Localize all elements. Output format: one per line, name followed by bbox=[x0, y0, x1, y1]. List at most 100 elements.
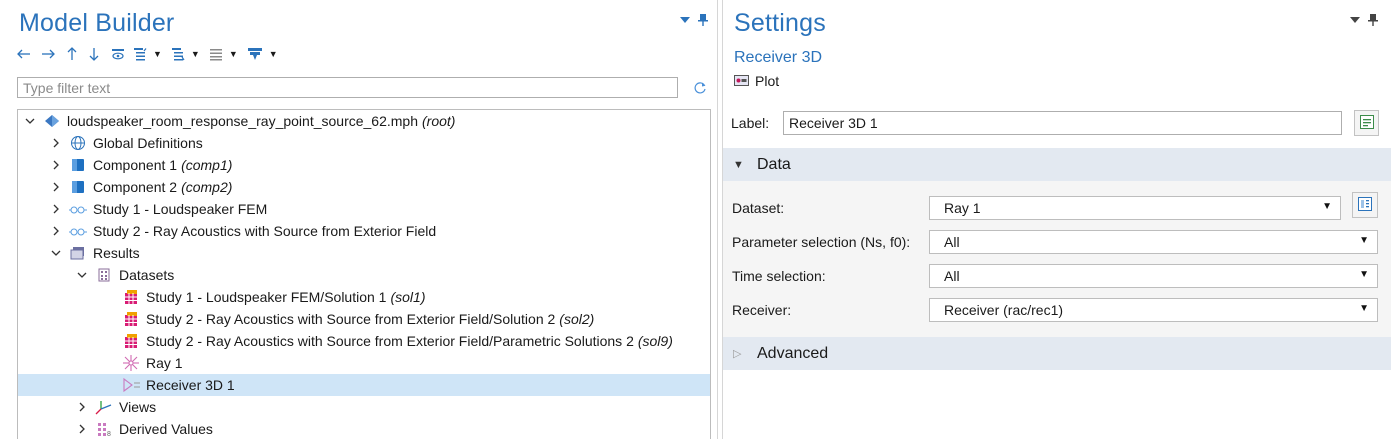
time-selection-value: All bbox=[944, 268, 960, 284]
dropdown-arrow-icon: ▼ bbox=[1359, 235, 1369, 246]
collapse-dropdown-icon[interactable]: ▼ bbox=[153, 49, 162, 59]
parameter-selection-select[interactable]: All ▼ bbox=[929, 230, 1378, 254]
expanded-caret-icon: ▼ bbox=[733, 158, 744, 171]
chevron-right-icon[interactable] bbox=[75, 422, 89, 436]
dataset-select[interactable]: Ray 1 ▼ bbox=[929, 196, 1341, 220]
parameter-selection-row: Parameter selection (Ns, f0): All ▼ bbox=[723, 225, 1391, 259]
advanced-section-title: Advanced bbox=[757, 344, 829, 362]
chevron-down-icon[interactable] bbox=[75, 268, 89, 282]
tree-item[interactable]: Study 2 - Ray Acoustics with Source from… bbox=[18, 308, 710, 330]
tree-item[interactable]: loudspeaker_room_response_ray_point_sour… bbox=[18, 110, 710, 132]
chevron-down-icon[interactable] bbox=[49, 246, 63, 260]
ray-icon bbox=[122, 354, 140, 372]
list-dropdown-icon[interactable]: ▼ bbox=[229, 49, 238, 59]
settings-title: Settings bbox=[734, 9, 826, 37]
receiver-select[interactable]: Receiver (rac/rec1) ▼ bbox=[929, 298, 1378, 322]
expand-dropdown-icon[interactable]: ▼ bbox=[191, 49, 200, 59]
tree-item-label: loudspeaker_room_response_ray_point_sour… bbox=[67, 113, 419, 129]
receiver-caption: Receiver: bbox=[732, 302, 792, 318]
tree-filter-field[interactable] bbox=[17, 77, 678, 98]
filter-icon[interactable] bbox=[247, 45, 263, 63]
chevron-right-icon[interactable] bbox=[49, 136, 63, 150]
data-section-body: Dataset: Ray 1 ▼ Parameter selection (Ns… bbox=[723, 181, 1391, 337]
tree-item[interactable]: Results bbox=[18, 242, 710, 264]
tree-item-label: Results bbox=[93, 245, 140, 261]
tree-item[interactable]: Study 1 - Loudspeaker FEM bbox=[18, 198, 710, 220]
tree-item[interactable]: Global Definitions bbox=[18, 132, 710, 154]
tree-item[interactable]: Views bbox=[18, 396, 710, 418]
list-icon[interactable] bbox=[209, 45, 223, 63]
pane-menu-icon[interactable] bbox=[1349, 14, 1361, 26]
dataset-caption: Dataset: bbox=[732, 200, 785, 216]
model-root-icon bbox=[43, 112, 61, 130]
filter-dropdown-icon[interactable]: ▼ bbox=[269, 49, 278, 59]
tree-item[interactable]: Component 2 (comp2) bbox=[18, 176, 710, 198]
solution-icon bbox=[122, 310, 140, 328]
tree-item[interactable]: Study 2 - Ray Acoustics with Source from… bbox=[18, 220, 710, 242]
component-icon bbox=[69, 156, 87, 174]
tree-item[interactable]: Receiver 3D 1 bbox=[18, 374, 710, 396]
solution-icon bbox=[122, 332, 140, 350]
study-icon bbox=[69, 200, 87, 218]
show-icon[interactable] bbox=[111, 45, 125, 63]
tree-item[interactable]: Datasets bbox=[18, 264, 710, 286]
dataset-goto-button[interactable] bbox=[1352, 192, 1378, 218]
label-caption: Label: bbox=[731, 115, 770, 131]
tree-item-label: Component 1 bbox=[93, 157, 178, 173]
goto-source-icon bbox=[1357, 196, 1373, 215]
chevron-right-icon[interactable] bbox=[75, 400, 89, 414]
dropdown-arrow-icon: ▼ bbox=[1359, 269, 1369, 280]
chevron-right-icon[interactable] bbox=[49, 158, 63, 172]
arrow-left-icon[interactable] bbox=[17, 45, 31, 63]
data-section-title: Data bbox=[757, 155, 791, 173]
tree-item-tag: (sol1) bbox=[390, 289, 426, 305]
model-builder-pane: Model Builder ▼ ▼ ▼ ▼ Type filter text l… bbox=[0, 0, 718, 439]
settings-type: Plot bbox=[734, 73, 779, 89]
chevron-right-icon[interactable] bbox=[49, 202, 63, 216]
label-input[interactable]: Receiver 3D 1 bbox=[783, 111, 1342, 135]
dataset-value: Ray 1 bbox=[944, 200, 981, 216]
plot-icon bbox=[734, 73, 749, 89]
arrow-up-icon[interactable] bbox=[67, 45, 77, 63]
receiver-row: Receiver: Receiver (rac/rec1) ▼ bbox=[723, 293, 1391, 327]
tree-item-label: Global Definitions bbox=[93, 135, 203, 151]
collapse-icon[interactable] bbox=[133, 45, 147, 63]
tree-filter-input[interactable] bbox=[18, 78, 677, 97]
chevron-down-icon[interactable] bbox=[23, 114, 37, 128]
pin-icon[interactable] bbox=[1367, 14, 1379, 26]
pin-icon[interactable] bbox=[697, 14, 709, 26]
tree-item[interactable]: Ray 1 bbox=[18, 352, 710, 374]
collapsed-caret-icon: ▷ bbox=[733, 348, 742, 360]
globe-icon bbox=[69, 134, 87, 152]
tree-item-label: Derived Values bbox=[119, 421, 213, 437]
chevron-right-icon[interactable] bbox=[49, 180, 63, 194]
tree-item-label: Study 2 - Ray Acoustics with Source from… bbox=[146, 311, 556, 327]
data-section-header[interactable]: ▼ Data bbox=[723, 148, 1391, 181]
dropdown-arrow-icon: ▼ bbox=[1359, 303, 1369, 314]
solution-icon bbox=[122, 288, 140, 306]
tree-item[interactable]: 8 Derived Values bbox=[18, 418, 710, 439]
study-icon bbox=[69, 222, 87, 240]
time-selection-select[interactable]: All ▼ bbox=[929, 264, 1378, 288]
advanced-section-header[interactable]: ▷ Advanced bbox=[723, 337, 1391, 370]
tree-item-label: Study 2 - Ray Acoustics with Source from… bbox=[93, 223, 437, 239]
refresh-icon[interactable] bbox=[690, 78, 710, 98]
tree-item[interactable]: Study 2 - Ray Acoustics with Source from… bbox=[18, 330, 710, 352]
tree-item[interactable]: Component 1 (comp1) bbox=[18, 154, 710, 176]
arrow-right-icon[interactable] bbox=[41, 45, 55, 63]
pane-menu-icon[interactable] bbox=[679, 14, 691, 26]
expand-icon[interactable] bbox=[171, 45, 185, 63]
receiver-value: Receiver (rac/rec1) bbox=[944, 302, 1064, 318]
tree-item[interactable]: Study 1 - Loudspeaker FEM/Solution 1 (sol… bbox=[18, 286, 710, 308]
label-edit-button[interactable] bbox=[1354, 110, 1379, 136]
chevron-right-icon[interactable] bbox=[49, 224, 63, 238]
component-icon bbox=[69, 178, 87, 196]
settings-type-label: Plot bbox=[755, 73, 780, 89]
views-icon bbox=[95, 398, 113, 416]
model-tree: loudspeaker_room_response_ray_point_sour… bbox=[17, 109, 711, 439]
arrow-down-icon[interactable] bbox=[89, 45, 99, 63]
